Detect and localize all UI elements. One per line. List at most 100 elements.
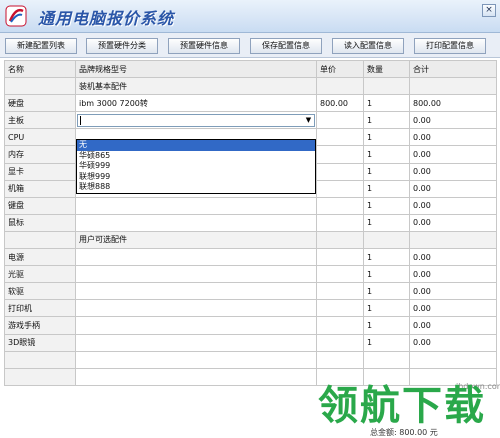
table-row[interactable]: 软驱 1 0.00	[4, 282, 497, 301]
table-row[interactable]: 3D眼镜 1 0.00	[4, 333, 497, 352]
row-price-cell[interactable]	[316, 333, 364, 352]
row-price-cell[interactable]	[316, 213, 364, 232]
text-caret	[80, 115, 81, 125]
table-row-active[interactable]: 主板 ▼ 1 0.00	[4, 111, 497, 130]
section-label-basic: 装机基本配件	[75, 77, 317, 96]
row-model-cell[interactable]	[75, 265, 317, 284]
row-total-cell: 0.00	[409, 299, 497, 318]
row-qty-cell[interactable]: 1	[363, 162, 410, 181]
preset-hw-info-button[interactable]: 预置硬件信息	[168, 38, 240, 54]
row-qty-cell[interactable]: 1	[363, 179, 410, 198]
dropdown-option[interactable]: 无	[77, 140, 315, 151]
row-name: 光驱	[4, 265, 76, 284]
row-name: 电源	[4, 248, 76, 267]
section-row-basic: 装机基本配件	[4, 77, 497, 96]
preset-hw-category-button[interactable]: 预置硬件分类	[86, 38, 158, 54]
row-name: 3D眼镜	[4, 333, 76, 352]
row-qty-cell[interactable]: 1	[363, 111, 410, 130]
app-title: 通用电脑报价系统	[38, 9, 175, 28]
row-price-cell[interactable]: 800.00	[316, 94, 364, 113]
col-header-price: 单价	[316, 59, 364, 79]
row-price-cell[interactable]	[316, 299, 364, 318]
table-row[interactable]: 键盘 1 0.00	[4, 196, 497, 215]
row-total-cell: 0.00	[409, 265, 497, 284]
table-row[interactable]: 硬盘 ibm 3000 7200转 800.00 1 800.00	[4, 94, 497, 113]
grid-header-row: 名称 品牌规格型号 单价 数量 合计	[4, 59, 497, 79]
print-config-button[interactable]: 打印配置信息	[414, 38, 486, 54]
row-qty-cell[interactable]: 1	[363, 248, 410, 267]
dropdown-option[interactable]: 华硕999	[77, 161, 315, 172]
row-price-cell[interactable]	[316, 111, 364, 130]
row-price-cell[interactable]	[316, 196, 364, 215]
row-price-cell[interactable]	[316, 145, 364, 164]
row-qty-cell[interactable]: 1	[363, 94, 410, 113]
row-total-cell: 0.00	[409, 145, 497, 164]
row-price-cell[interactable]	[316, 316, 364, 335]
row-name: 硬盘	[4, 94, 76, 113]
row-model-cell[interactable]	[75, 299, 317, 318]
close-button[interactable]: ×	[482, 4, 496, 17]
row-price-cell[interactable]	[316, 128, 364, 147]
row-model-cell[interactable]	[75, 248, 317, 267]
total-value: 800.00	[399, 428, 428, 437]
row-model-cell[interactable]	[75, 333, 317, 352]
row-model-cell[interactable]	[75, 213, 317, 232]
table-row-empty[interactable]	[4, 350, 497, 369]
table-row[interactable]: 游戏手柄 1 0.00	[4, 316, 497, 335]
new-config-list-button[interactable]: 新建配置列表	[5, 38, 77, 54]
row-name: 打印机	[4, 299, 76, 318]
row-qty-cell[interactable]: 1	[363, 333, 410, 352]
dropdown-option[interactable]: 华硕865	[77, 151, 315, 162]
row-total-cell: 0.00	[409, 111, 497, 130]
total-unit: 元	[429, 428, 438, 437]
row-model-cell[interactable]	[75, 196, 317, 215]
row-qty-cell[interactable]: 1	[363, 196, 410, 215]
row-name: 软驱	[4, 282, 76, 301]
table-row[interactable]: 电源 1 0.00	[4, 248, 497, 267]
row-total-cell: 0.00	[409, 179, 497, 198]
save-config-button[interactable]: 保存配置信息	[250, 38, 322, 54]
row-qty-cell[interactable]: 1	[363, 145, 410, 164]
row-name: 键盘	[4, 196, 76, 215]
row-name: 鼠标	[4, 213, 76, 232]
row-qty-cell[interactable]: 1	[363, 282, 410, 301]
title-bar: 通用电脑报价系统 ×	[0, 0, 500, 33]
col-header-total: 合计	[409, 59, 497, 79]
row-total-cell: 0.00	[409, 196, 497, 215]
row-qty-cell[interactable]: 1	[363, 299, 410, 318]
row-name: 显卡	[4, 162, 76, 181]
row-model-cell[interactable]: ▼	[75, 111, 317, 130]
row-total-cell: 0.00	[409, 316, 497, 335]
row-total-cell: 800.00	[409, 94, 497, 113]
table-row[interactable]: 光驱 1 0.00	[4, 265, 497, 284]
row-qty-cell[interactable]: 1	[363, 128, 410, 147]
load-config-button[interactable]: 读入配置信息	[332, 38, 404, 54]
chevron-down-icon[interactable]: ▼	[303, 114, 314, 126]
row-qty-cell[interactable]: 1	[363, 265, 410, 284]
row-qty-cell[interactable]: 1	[363, 316, 410, 335]
row-model-cell[interactable]	[75, 316, 317, 335]
model-dropdown-list[interactable]: 无 华硕865 华硕999 联想999 联想888	[76, 139, 316, 194]
row-model-cell[interactable]: ibm 3000 7200转	[75, 94, 317, 113]
row-total-cell: 0.00	[409, 333, 497, 352]
row-model-cell[interactable]	[75, 282, 317, 301]
row-price-cell[interactable]	[316, 248, 364, 267]
row-price-cell[interactable]	[316, 162, 364, 181]
row-name: CPU	[4, 128, 76, 147]
model-combobox[interactable]: ▼	[77, 113, 315, 127]
table-row[interactable]: 鼠标 1 0.00	[4, 213, 497, 232]
row-name: 游戏手柄	[4, 316, 76, 335]
row-name: 内存	[4, 145, 76, 164]
row-price-cell[interactable]	[316, 179, 364, 198]
row-price-cell[interactable]	[316, 265, 364, 284]
row-name: 机箱	[4, 179, 76, 198]
dropdown-option[interactable]: 联想999	[77, 172, 315, 183]
row-qty-cell[interactable]: 1	[363, 213, 410, 232]
section-label-optional: 用户可选配件	[75, 230, 317, 250]
row-total-cell: 0.00	[409, 248, 497, 267]
close-icon: ×	[485, 5, 493, 15]
dropdown-option[interactable]: 联想888	[77, 182, 315, 193]
row-price-cell[interactable]	[316, 282, 364, 301]
toolbar: 新建配置列表 预置硬件分类 预置硬件信息 保存配置信息 读入配置信息 打印配置信…	[0, 33, 500, 58]
table-row[interactable]: 打印机 1 0.00	[4, 299, 497, 318]
